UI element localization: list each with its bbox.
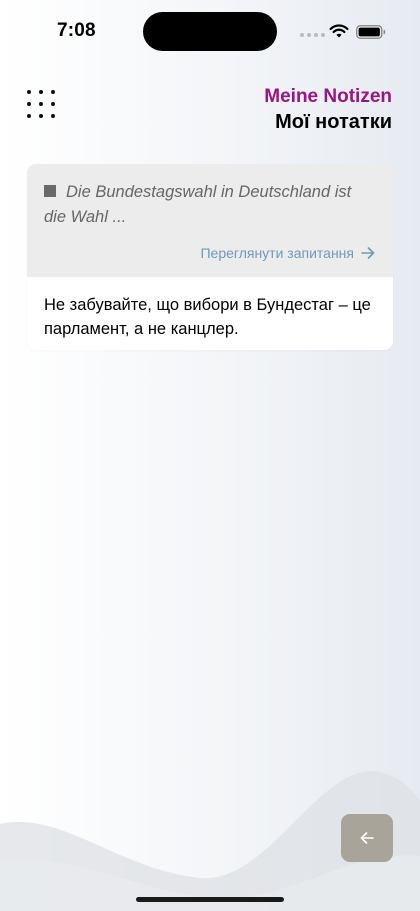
- page-title: Meine Notizen Мої нотатки: [264, 85, 392, 135]
- page-title-de: Meine Notizen: [264, 86, 392, 107]
- page-title-uk: Мої нотатки: [275, 111, 392, 133]
- status-time: 7:08: [57, 20, 96, 41]
- dynamic-island: [143, 12, 277, 51]
- grid-dots-icon[interactable]: [27, 90, 55, 118]
- square-icon: [44, 185, 56, 197]
- note-text: Не забувайте, що вибори в Бундестаг – це…: [44, 296, 371, 338]
- arrow-right-icon: [361, 247, 375, 259]
- question-label: Die Bundestagswahl in Deutschland ist di…: [44, 183, 352, 226]
- question-text: Die Bundestagswahl in Deutschland ist di…: [44, 180, 377, 230]
- arrow-left-icon: [360, 832, 374, 844]
- wifi-icon: [329, 24, 349, 38]
- view-question-link[interactable]: Переглянути запитання: [200, 245, 375, 261]
- status-bar: 7:08: [0, 0, 420, 62]
- back-button[interactable]: [341, 814, 393, 862]
- home-indicator[interactable]: [136, 897, 284, 902]
- battery-icon: [356, 25, 386, 39]
- view-question-label: Переглянути запитання: [200, 245, 354, 261]
- note-question-section: Die Bundestagswahl in Deutschland ist di…: [27, 164, 393, 277]
- note-card: Die Bundestagswahl in Deutschland ist di…: [27, 164, 393, 350]
- signal-dots-icon: [300, 33, 325, 37]
